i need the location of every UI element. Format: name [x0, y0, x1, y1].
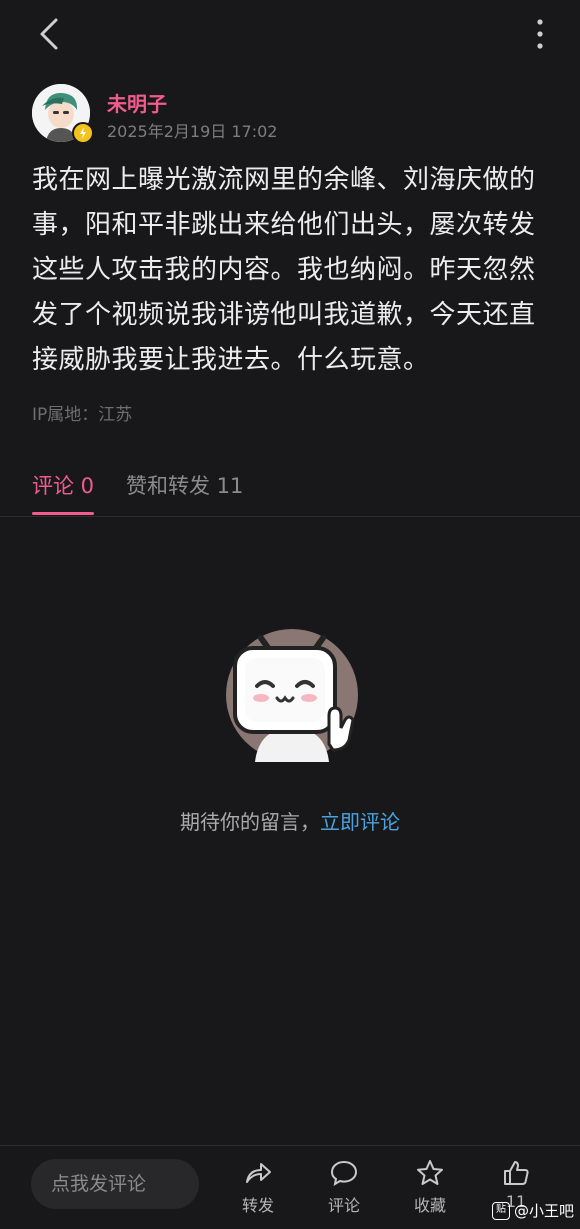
post-timestamp: 2025年2月19日 17:02 [107, 122, 278, 141]
repost-button[interactable]: 转发 [228, 1158, 288, 1216]
post-content: 我在网上曝光激流网里的余峰、刘海庆做的事，阳和平非跳出来给他们出头，屡次转发这些… [32, 165, 536, 375]
back-arrow-icon [40, 18, 58, 50]
author-header: 未明子 2025年2月19日 17:02 [32, 84, 552, 144]
empty-comments-message: 期待你的留言，立即评论 [0, 806, 580, 835]
tab-likes-reposts[interactable]: 赞和转发 11 [126, 470, 243, 500]
star-icon [417, 1160, 443, 1185]
comment-input[interactable]: 点我发评论 [31, 1159, 199, 1209]
author-name[interactable]: 未明子 [107, 88, 167, 117]
more-options-button[interactable] [530, 14, 550, 54]
tab-comments[interactable]: 评论 0 [32, 470, 94, 500]
comment-now-link[interactable]: 立即评论 [320, 810, 400, 834]
comment-bubble-icon [330, 1160, 358, 1187]
tieba-logo-icon: 贴 [491, 1201, 510, 1220]
comment-label: 评论 [327, 1196, 360, 1215]
empty-comments-illustration [225, 628, 359, 762]
repost-label: 转发 [241, 1196, 274, 1215]
vertical-dots-icon [537, 19, 543, 49]
empty-message-text: 期待你的留言， [180, 810, 320, 834]
thumbs-up-icon [504, 1161, 529, 1185]
tab-bar: 评论 0 赞和转发 11 [0, 460, 580, 517]
back-button[interactable] [30, 14, 70, 54]
active-tab-indicator [32, 512, 94, 515]
watermark-text: @小王吧 [513, 1202, 574, 1220]
repost-icon [246, 1163, 271, 1183]
ip-location: IP属地：江苏 [32, 405, 133, 425]
favorite-button[interactable]: 收藏 [400, 1158, 460, 1216]
watermark: 贴 @小王吧 [491, 1200, 574, 1221]
top-bar [0, 0, 580, 70]
verified-badge-icon [72, 122, 94, 144]
favorite-label: 收藏 [413, 1196, 446, 1215]
comment-button[interactable]: 评论 [314, 1158, 374, 1216]
